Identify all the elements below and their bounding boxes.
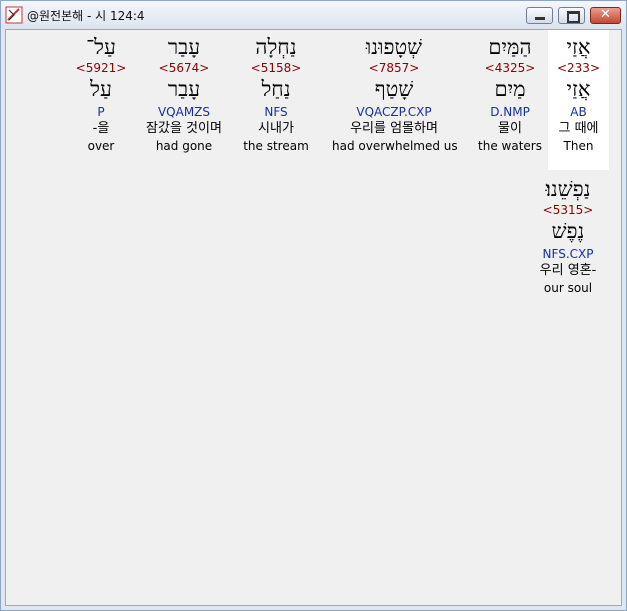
strong-number[interactable]: <5158>	[238, 60, 314, 76]
parsing-code: VQACZP.CXP	[356, 105, 432, 119]
hebrew-surface: נַחְלָה	[255, 35, 297, 59]
word-cell[interactable]: אֲזַי <233> אֲזַי AB 그 때에 Then	[548, 30, 609, 170]
strong-number[interactable]: <233>	[548, 60, 609, 76]
hebrew-lemma: שָׁטַף	[374, 77, 414, 101]
korean-gloss: 잠갔을 것이며	[146, 121, 222, 136]
strong-number[interactable]: <7857>	[332, 60, 456, 76]
strong-number[interactable]: <5315>	[526, 202, 610, 218]
strong-number[interactable]: <5674>	[134, 60, 234, 76]
parsing-code: P	[97, 105, 105, 119]
korean-gloss: 시내가	[258, 121, 294, 136]
app-logo-icon	[5, 6, 23, 24]
close-icon: ✕	[600, 7, 611, 22]
parsing-code: VQAMZS	[157, 105, 211, 119]
korean-gloss: 우리 영혼-	[539, 263, 597, 278]
word-cell[interactable]: נַפְשֵׁנוּ׃ <5315> נֶפֶשׁ NFS.CXP 우리 영혼-…	[526, 172, 610, 296]
minimize-icon	[535, 17, 545, 20]
korean-gloss: 그 때에	[558, 121, 599, 136]
hebrew-surface: שְׁטָפוּנוּ	[365, 35, 423, 59]
hebrew-lemma: מַיִם	[494, 77, 526, 101]
hebrew-surface: עַל־	[86, 35, 116, 59]
parsing-code: AB	[570, 105, 587, 119]
maximize-icon	[567, 11, 580, 23]
hebrew-lemma: נַחַל	[261, 77, 291, 101]
close-button[interactable]: ✕	[590, 7, 621, 24]
korean-gloss: 물이	[498, 121, 522, 136]
english-gloss: Then	[563, 139, 594, 153]
parsing-code: D.NMP	[490, 105, 530, 119]
hebrew-lemma: עָבַר	[167, 77, 201, 101]
word-cell[interactable]: שְׁטָפוּנוּ <7857> שָׁטַף VQACZP.CXP 우리를…	[332, 30, 458, 154]
english-gloss: over	[87, 139, 115, 153]
parsing-code: NFS.CXP	[542, 247, 594, 261]
hebrew-surface: הַמַּיִם	[488, 35, 532, 59]
english-gloss: the waters	[478, 139, 542, 153]
interlinear-panel[interactable]: אֲזַי <233> אֲזַי AB 그 때에 Then הַמַּיִם …	[5, 29, 622, 606]
korean-gloss: -을	[92, 121, 110, 136]
word-cell[interactable]: הַמַּיִם <4325> מַיִם D.NMP 물이 the water…	[474, 30, 546, 154]
hebrew-surface: עָבַר	[167, 35, 201, 59]
minimize-button[interactable]	[526, 7, 553, 24]
english-gloss: the stream	[243, 139, 309, 153]
english-gloss: had gone	[155, 139, 213, 153]
app-window: @원전본해 - 시 124:4 ✕ אֲזַי <233> אֲזַי AB 그…	[0, 0, 627, 611]
word-cell[interactable]: נַחְלָה <5158> נַחַל NFS 시내가 the stream	[238, 30, 314, 154]
korean-gloss: 우리를 엄몰하며	[350, 121, 438, 136]
window-title: @원전본해 - 시 124:4	[27, 9, 145, 23]
english-gloss: had overwhelmed us	[332, 139, 458, 153]
hebrew-surface: אֲזַי	[566, 35, 591, 59]
strong-number[interactable]: <4325>	[474, 60, 546, 76]
english-gloss: our soul	[543, 281, 593, 295]
hebrew-lemma: נֶפֶשׁ	[551, 219, 585, 243]
hebrew-lemma: עַל	[90, 77, 112, 101]
hebrew-surface: נַפְשֵׁנוּ׃	[545, 177, 591, 201]
maximize-button[interactable]	[558, 7, 585, 24]
parsing-code: NFS	[264, 105, 288, 119]
hebrew-lemma: אֲזַי	[566, 77, 591, 101]
strong-number[interactable]: <5921>	[72, 60, 130, 76]
word-cell[interactable]: עַל־ <5921> עַל P -을 over	[72, 30, 130, 154]
word-cell[interactable]: עָבַר <5674> עָבַר VQAMZS 잠갔을 것이며 had go…	[134, 30, 234, 154]
title-bar[interactable]: @원전본해 - 시 124:4 ✕	[1, 1, 626, 29]
